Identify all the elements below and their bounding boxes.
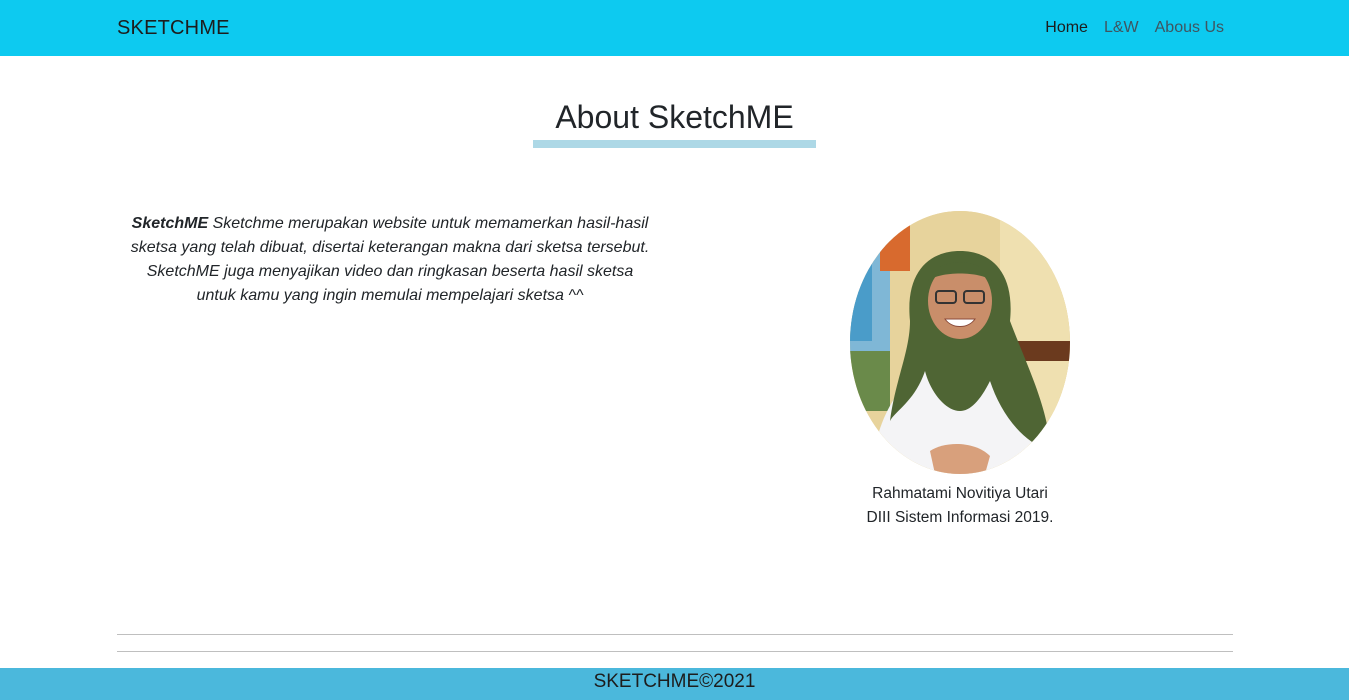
description-body: Sketchme merupakan website untuk memamer… [130, 215, 650, 304]
page-title: About SketchME [533, 98, 816, 148]
profile-caption: Rahmatami Novitiya Utari DIII Sistem Inf… [810, 482, 1110, 530]
divider-top [117, 634, 1233, 635]
title-section: About SketchME [0, 98, 1349, 148]
footer-text: SKETCHME©2021 [593, 671, 756, 692]
brand-link[interactable]: SKETCHME [117, 17, 230, 40]
nav-link-lw[interactable]: L&W [1104, 19, 1139, 37]
navbar: SKETCHME Home L&W Abous Us [0, 0, 1349, 56]
profile-photo-illustration [850, 211, 1070, 474]
divider-bottom [117, 651, 1233, 652]
footer: SKETCHME©2021 [0, 668, 1349, 700]
nav-link-about-us[interactable]: Abous Us [1155, 19, 1224, 37]
profile-program: DIII Sistem Informasi 2019. [866, 509, 1054, 526]
nav-link-home[interactable]: Home [1045, 19, 1088, 37]
about-description: SketchME Sketchme merupakan website untu… [130, 212, 650, 308]
profile-name: Rahmatami Novitiya Utari [872, 485, 1048, 502]
nav-links: Home L&W Abous Us [1045, 19, 1224, 37]
description-lead: SketchME [131, 215, 209, 232]
profile-photo [850, 211, 1070, 474]
